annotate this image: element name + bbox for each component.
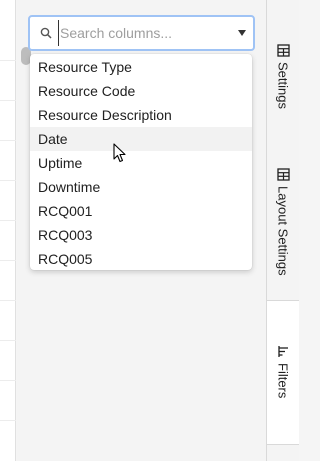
grid-edge (0, 0, 16, 461)
mouse-cursor-icon (113, 143, 126, 163)
column-option[interactable]: Downtime (30, 175, 252, 199)
table-icon (276, 168, 290, 181)
tab-layout-settings[interactable]: Layout Settings (267, 168, 299, 288)
tab-settings-label: Settings (275, 62, 291, 109)
column-search-input[interactable] (58, 20, 228, 46)
tab-filters-label: Filters (275, 363, 291, 399)
column-option[interactable]: Resource Type (30, 55, 252, 79)
column-option[interactable]: Resource Description (30, 103, 252, 127)
column-dropdown-list: Resource Type Resource Code Resource Descr… (30, 54, 252, 270)
column-filter-ui: Resource TypeResource CodeResource Descr… (0, 0, 299, 461)
side-bar: Settings Layout Settings Filters (267, 0, 299, 461)
search-icon (39, 26, 53, 40)
column-option[interactable]: RCQ003 (30, 223, 252, 247)
chevron-down-icon[interactable] (238, 30, 246, 36)
column-option[interactable]: Uptime (30, 151, 252, 175)
tab-filters[interactable]: Filters (267, 301, 299, 444)
column-option[interactable]: RCQ001 (30, 199, 252, 223)
table-icon (276, 44, 290, 57)
filter-icon (277, 346, 288, 357)
column-option[interactable]: RCQ005 (30, 247, 252, 271)
tab-settings[interactable]: Settings (267, 44, 299, 114)
column-search-box[interactable] (28, 15, 255, 51)
column-option[interactable]: Date (30, 127, 252, 151)
column-option[interactable]: Resource Code (30, 79, 252, 103)
tab-layout-settings-label: Layout Settings (275, 186, 291, 276)
